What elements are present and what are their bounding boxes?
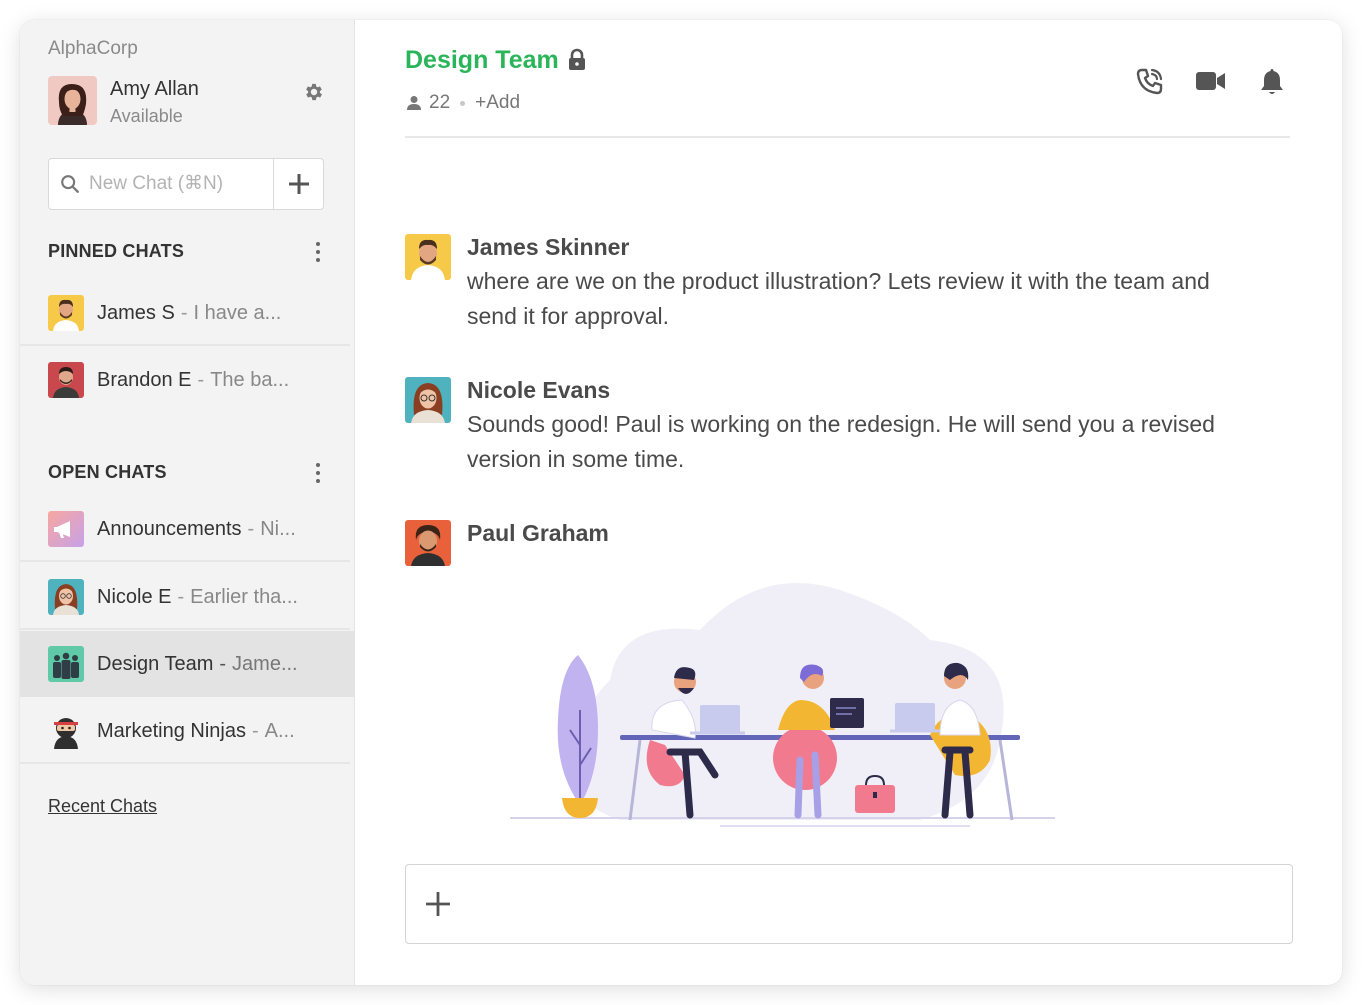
app-window: AlphaCorp Amy Allan Available New Chat (… [20,20,1342,985]
bell-icon[interactable] [1257,66,1287,96]
chat-item-preview: The ba... [210,368,290,391]
message-author: James Skinner [467,234,630,260]
search-icon [61,175,79,193]
user-status: Available [110,106,183,126]
chat-item-james-s[interactable]: James S - I have a... [20,280,355,346]
avatar [48,362,84,398]
new-chat-button[interactable] [274,159,323,209]
message-text: where are we on the product illustration… [467,268,1210,329]
pinned-more-icon[interactable] [308,240,328,264]
plus-icon [288,174,309,194]
chat-item-announcements[interactable]: Announcements - Ni... [20,496,355,562]
message: James Skinner where are we on the produc… [405,234,1227,334]
message-author: Paul Graham [467,520,609,546]
chat-item-brandon-e[interactable]: Brandon E - The ba... [20,347,355,413]
chat-item-name: Announcements [97,517,242,540]
avatar[interactable] [405,234,451,280]
recent-chats-link[interactable]: Recent Chats [48,796,157,817]
message-input[interactable] [470,885,1270,925]
avatar [48,579,84,615]
chat-item-design-team[interactable]: Design Team - Jame... [20,631,355,697]
sidebar: AlphaCorp Amy Allan Available New Chat (… [20,20,355,985]
message: Nicole Evans Sounds good! Paul is workin… [405,377,1227,477]
chat-item-preview: Earlier tha... [190,585,298,608]
team-illustration-image[interactable] [500,570,1070,835]
chat-item-nicole-e[interactable]: Nicole E - Earlier tha... [20,564,355,630]
message: Paul Graham [405,520,1227,566]
chat-item-preview: A... [264,719,295,742]
chat-item-name: Marketing Ninjas [97,719,246,742]
chat-item-name: James S [97,301,175,324]
member-count: 22 [429,92,451,113]
message-composer [405,864,1293,944]
pinned-chats-title: PINNED CHATS [48,241,185,261]
chat-item-name: Brandon E [97,368,192,391]
message-text: Sounds good! Paul is working on the rede… [467,411,1215,472]
new-chat-bar [48,158,324,210]
attach-plus-icon[interactable] [424,890,452,918]
add-member-link[interactable]: +Add [475,92,520,114]
team-avatar [48,646,84,682]
phone-icon[interactable] [1135,66,1165,96]
chat-item-marketing-ninjas[interactable]: Marketing Ninjas - A... [20,698,355,764]
open-more-icon[interactable] [308,461,328,485]
header-divider [405,136,1290,138]
new-chat-search[interactable] [49,159,274,209]
lock-icon [567,48,587,72]
open-chats-title: OPEN CHATS [48,462,167,482]
member-info: 22 +Add [405,92,520,114]
user-name: Amy Allan [110,78,199,100]
page-title: Design Team [405,46,559,74]
org-name: AlphaCorp [48,38,138,59]
chat-item-name: Nicole E [97,585,172,608]
gear-icon[interactable] [303,81,325,103]
chat-item-preview: I have a... [193,301,282,324]
chat-item-name: Design Team [97,652,214,675]
message-author: Nicole Evans [467,377,611,403]
avatar[interactable] [405,377,451,423]
new-chat-input[interactable] [89,173,259,195]
megaphone-icon [48,511,84,547]
ninja-avatar [48,713,84,749]
avatar [48,295,84,331]
video-icon[interactable] [1195,66,1225,96]
person-icon [407,96,421,110]
avatar[interactable] [405,520,451,566]
chat-item-preview: Jame... [232,652,298,675]
conversation-pane: Design Team 22 +Add James Skinner where … [355,20,1342,985]
user-avatar[interactable] [48,76,97,125]
chat-item-preview: Ni... [260,517,296,540]
